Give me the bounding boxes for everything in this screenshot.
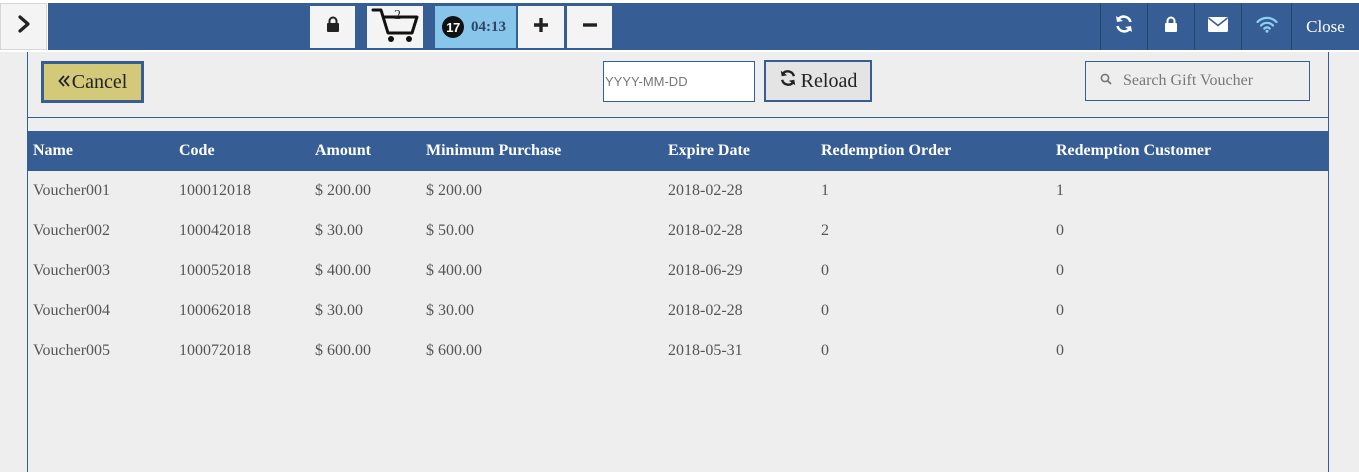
cell-redemption-order: 0 bbox=[821, 342, 829, 359]
top-bar: 2 17 04:13 Close bbox=[0, 0, 1359, 52]
cart-count: 2 bbox=[394, 8, 401, 23]
table-row[interactable]: Voucher001 100012018 $ 200.00 $ 200.00 2… bbox=[28, 171, 1328, 211]
cell-amount: $ 30.00 bbox=[315, 222, 363, 239]
lock-icon bbox=[1164, 16, 1178, 38]
date-placeholder: YYYY-MM-DD bbox=[605, 74, 688, 89]
cell-name: Voucher003 bbox=[33, 262, 111, 279]
search-placeholder: Search Gift Voucher bbox=[1123, 72, 1254, 89]
column-header-redemption-order[interactable]: Redemption Order bbox=[821, 131, 951, 171]
reload-button[interactable]: Reload bbox=[764, 60, 872, 102]
cell-redemption-order: 0 bbox=[821, 302, 829, 319]
cell-minimum-purchase: $ 600.00 bbox=[426, 342, 482, 359]
cell-code: 100062018 bbox=[179, 302, 251, 319]
cell-amount: $ 600.00 bbox=[315, 342, 371, 359]
cell-minimum-purchase: $ 30.00 bbox=[426, 302, 474, 319]
cell-minimum-purchase: $ 50.00 bbox=[426, 222, 474, 239]
plus-icon bbox=[533, 17, 549, 38]
reload-label: Reload bbox=[800, 69, 858, 92]
chevron-right-icon bbox=[17, 15, 31, 38]
expand-sidebar-button[interactable] bbox=[0, 3, 47, 50]
cancel-button[interactable]: Cancel bbox=[41, 61, 144, 103]
cell-redemption-customer: 0 bbox=[1056, 262, 1064, 279]
table-row[interactable]: Voucher003 100052018 $ 400.00 $ 400.00 2… bbox=[28, 251, 1328, 291]
cell-amount: $ 30.00 bbox=[315, 302, 363, 319]
column-header-redemption-customer[interactable]: Redemption Customer bbox=[1056, 131, 1211, 171]
column-header-minimum-purchase[interactable]: Minimum Purchase bbox=[426, 131, 561, 171]
divider bbox=[28, 117, 1328, 118]
column-header-expire-date[interactable]: Expire Date bbox=[668, 131, 750, 171]
cell-redemption-customer: 0 bbox=[1056, 222, 1064, 239]
table-header: Name Code Amount Minimum Purchase Expire… bbox=[28, 131, 1328, 171]
cell-expire-date: 2018-06-29 bbox=[668, 262, 743, 279]
lock-button[interactable] bbox=[1147, 3, 1194, 50]
cell-name: Voucher001 bbox=[33, 182, 111, 199]
cell-code: 100042018 bbox=[179, 222, 251, 239]
cell-redemption-customer: 0 bbox=[1056, 302, 1064, 319]
session-timer: 17 04:13 bbox=[435, 6, 516, 48]
gift-voucher-panel: Cancel YYYY-MM-DD Reload Search Gift Vou… bbox=[27, 52, 1329, 472]
cell-expire-date: 2018-05-31 bbox=[668, 342, 743, 359]
cell-redemption-customer: 0 bbox=[1056, 342, 1064, 359]
cell-name: Voucher004 bbox=[33, 302, 111, 319]
table-row[interactable]: Voucher002 100042018 $ 30.00 $ 50.00 201… bbox=[28, 211, 1328, 251]
cancel-label: Cancel bbox=[71, 70, 128, 93]
column-header-amount[interactable]: Amount bbox=[315, 131, 371, 171]
cell-expire-date: 2018-02-28 bbox=[668, 182, 743, 199]
refresh-icon bbox=[1114, 14, 1134, 39]
cell-redemption-order: 2 bbox=[821, 222, 829, 239]
sync-button[interactable] bbox=[1100, 3, 1147, 50]
cell-name: Voucher002 bbox=[33, 222, 111, 239]
cell-minimum-purchase: $ 400.00 bbox=[426, 262, 482, 279]
envelope-icon bbox=[1208, 16, 1228, 37]
table-row[interactable]: Voucher005 100072018 $ 600.00 $ 600.00 2… bbox=[28, 331, 1328, 371]
lock-icon bbox=[326, 16, 340, 38]
messages-button[interactable] bbox=[1194, 3, 1241, 50]
network-status-button[interactable] bbox=[1241, 3, 1291, 50]
cell-name: Voucher005 bbox=[33, 342, 111, 359]
close-button[interactable]: Close bbox=[1291, 3, 1359, 50]
cart-button[interactable]: 2 bbox=[367, 6, 423, 48]
search-icon bbox=[1100, 72, 1123, 90]
plus-button[interactable] bbox=[518, 6, 564, 48]
cell-expire-date: 2018-02-28 bbox=[668, 302, 743, 319]
minus-icon bbox=[582, 17, 598, 38]
wifi-icon bbox=[1255, 16, 1278, 38]
cell-code: 100052018 bbox=[179, 262, 251, 279]
cell-redemption-customer: 1 bbox=[1056, 182, 1064, 199]
column-header-name[interactable]: Name bbox=[33, 131, 73, 171]
search-gift-voucher-input[interactable]: Search Gift Voucher bbox=[1085, 61, 1310, 101]
cell-redemption-order: 0 bbox=[821, 262, 829, 279]
cell-code: 100012018 bbox=[179, 182, 251, 199]
table-row[interactable]: Voucher004 100062018 $ 30.00 $ 30.00 201… bbox=[28, 291, 1328, 331]
lock-screen-button[interactable] bbox=[310, 6, 355, 48]
refresh-icon bbox=[779, 69, 801, 93]
double-chevron-left-icon bbox=[58, 71, 70, 94]
cell-expire-date: 2018-02-28 bbox=[668, 222, 743, 239]
cell-amount: $ 400.00 bbox=[315, 262, 371, 279]
cell-minimum-purchase: $ 200.00 bbox=[426, 182, 482, 199]
column-header-code[interactable]: Code bbox=[179, 131, 215, 171]
cell-amount: $ 200.00 bbox=[315, 182, 371, 199]
cell-code: 100072018 bbox=[179, 342, 251, 359]
timer-time: 04:13 bbox=[471, 18, 506, 35]
minus-button[interactable] bbox=[567, 6, 612, 48]
cell-redemption-order: 1 bbox=[821, 182, 829, 199]
date-field[interactable]: YYYY-MM-DD bbox=[603, 61, 755, 102]
voucher-table: Name Code Amount Minimum Purchase Expire… bbox=[28, 131, 1328, 371]
timer-badge: 17 bbox=[442, 16, 464, 38]
